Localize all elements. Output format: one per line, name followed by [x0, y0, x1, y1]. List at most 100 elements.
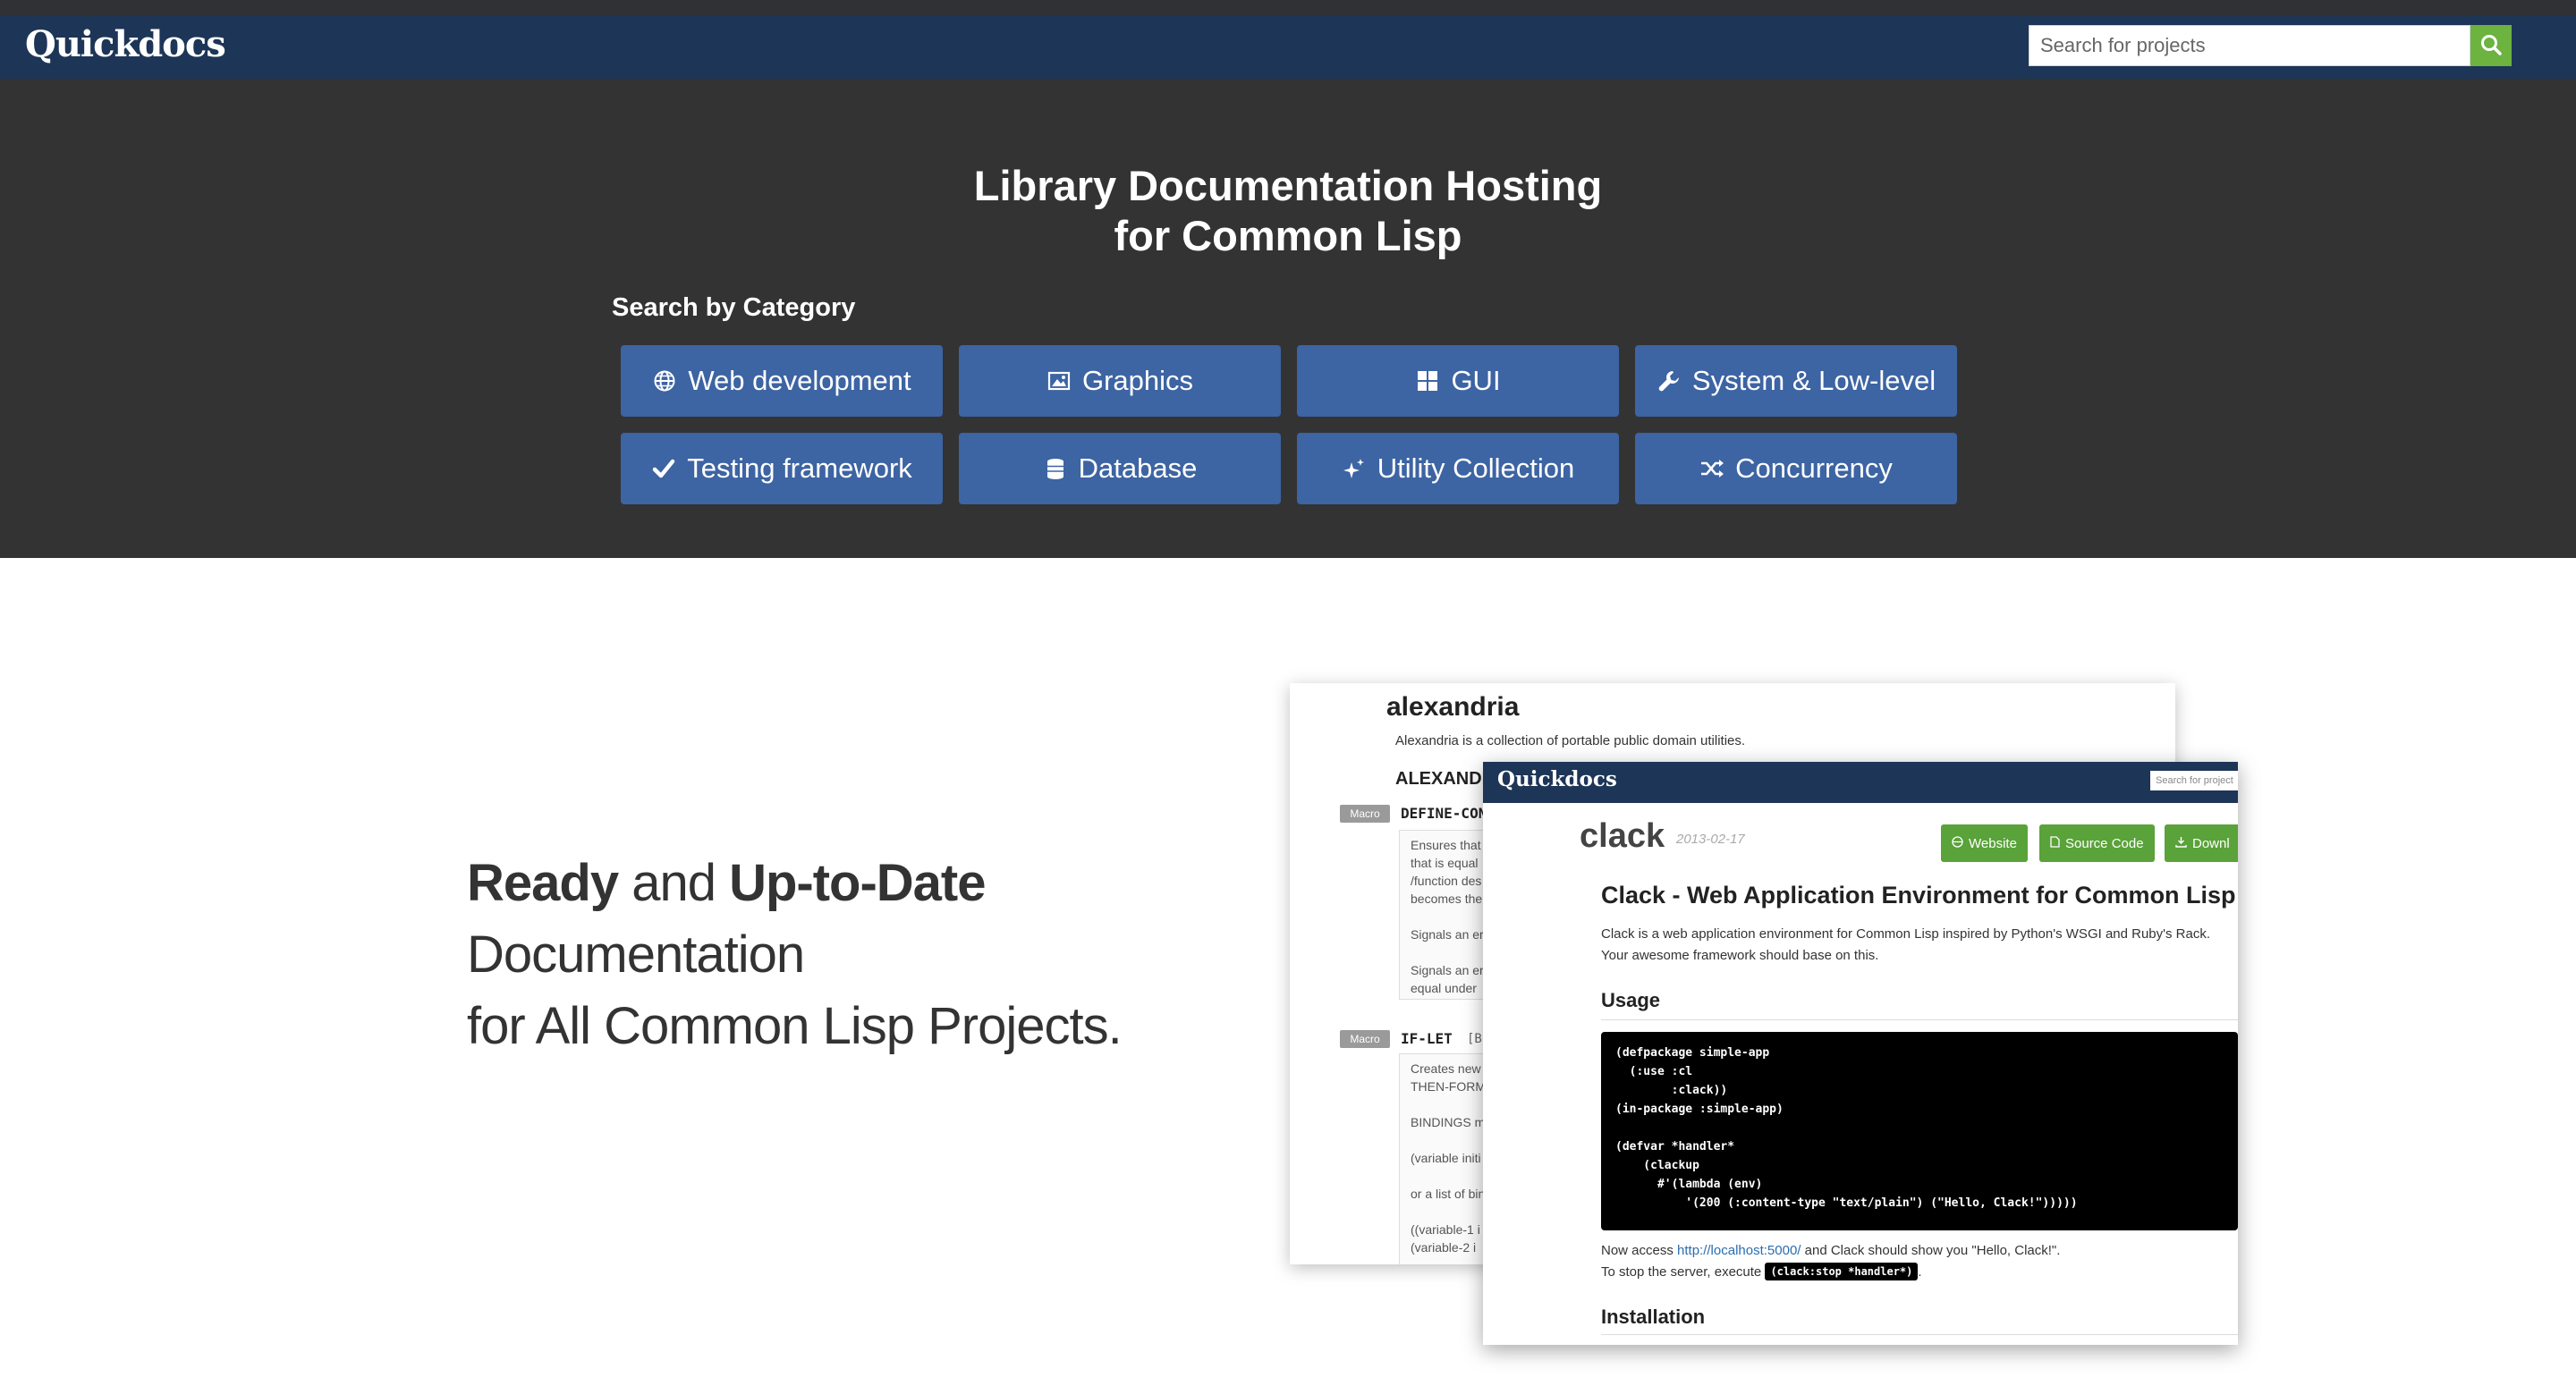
divider [1601, 1334, 2238, 1335]
tagline-line3: for All Common Lisp Projects. [467, 997, 1123, 1055]
tagline-line2: Documentation [467, 925, 805, 984]
doc-line: Signals an er [1411, 963, 1484, 977]
code-line: (defpackage simple-app [1615, 1046, 1770, 1060]
clack-description-line2: Your awesome framework should base on th… [1601, 948, 1879, 963]
doc-line: Ensures that [1411, 838, 1481, 852]
clack-website-button[interactable]: Website [1941, 824, 2028, 862]
search-button[interactable] [2470, 25, 2512, 66]
doc-line: that is equal [1411, 856, 1479, 870]
category-heading: Search by Category [612, 293, 856, 322]
clack-screenshot: Quickdocs Search for project clack 2013-… [1483, 762, 2238, 1345]
clack-stop-text: To stop the server, execute (clack:stop … [1601, 1263, 1922, 1280]
brand-logo[interactable]: Quickdocs [25, 23, 226, 65]
tagline-line1: Ready and Up-to-Date [467, 848, 1122, 919]
stop-command-code: (clack:stop *handler*) [1765, 1263, 1919, 1280]
category-label: GUI [1451, 365, 1501, 396]
stop-prefix: To stop the server, execute [1601, 1263, 1766, 1280]
clack-access-text: Now access http://localhost:5000/ and Cl… [1601, 1243, 2060, 1258]
code-line: '(200 (:content-type "text/plain") ("Hel… [1615, 1196, 2078, 1210]
clack-code-block: (defpackage simple-app (:use :cl :clack)… [1601, 1032, 2238, 1230]
search-input[interactable] [2029, 25, 2470, 66]
doc-line: (variable-2 i [1411, 1240, 1477, 1255]
category-label: Web development [688, 365, 911, 396]
wrench-icon [1657, 368, 1682, 393]
feature-tagline: Ready and Up-to-Date Documentation for A… [467, 848, 1123, 1062]
code-line: (in-package :simple-app) [1615, 1103, 1784, 1116]
image-icon [1046, 368, 1072, 393]
doc-line: THEN-FORM [1411, 1079, 1486, 1094]
grid-icon [1415, 368, 1440, 393]
check-icon [651, 456, 676, 481]
hero-title-line1: Library Documentation Hosting [973, 162, 1603, 209]
alexandria-title: alexandria [1386, 692, 1520, 722]
search-form [2029, 25, 2512, 66]
clack-website-label: Website [1969, 835, 2017, 851]
code-line: :clack)) [1615, 1084, 1728, 1097]
doc-line: Signals an er [1411, 927, 1484, 942]
clack-description-line1: Clack is a web application environment f… [1601, 926, 2211, 942]
clack-usage-heading: Usage [1601, 989, 1661, 1011]
file-icon [2050, 835, 2060, 851]
clack-navbar: Quickdocs Search for project [1483, 762, 2238, 803]
clack-project-name: clack [1580, 817, 1665, 855]
clack-source-code-button[interactable]: Source Code [2039, 824, 2155, 862]
tagline-ready: Ready [467, 854, 619, 912]
doc-line: /function des [1411, 874, 1482, 888]
doc-line: (variable initi [1411, 1151, 1481, 1165]
clack-source-code-label: Source Code [2065, 835, 2144, 851]
clack-brand-logo[interactable]: Quickdocs [1497, 767, 1617, 791]
stop-suffix: . [1918, 1263, 1922, 1280]
navbar: Quickdocs [0, 16, 2576, 79]
clack-heading: Clack - Web Application Environment for … [1601, 882, 2236, 909]
divider [1601, 1019, 2238, 1020]
macro-tag: Macro [1340, 1030, 1390, 1048]
category-database-button[interactable]: Database [959, 433, 1281, 504]
category-testing-framework-button[interactable]: Testing framework [621, 433, 943, 504]
category-system-low-level-button[interactable]: System & Low-level [1635, 345, 1957, 417]
hero-title-line2: for Common Lisp [1114, 212, 1462, 259]
access-prefix: Now access [1601, 1243, 1678, 1258]
doc-line: becomes the [1411, 892, 1483, 906]
clack-download-label: Downl [2192, 835, 2230, 851]
search-icon [2479, 33, 2503, 59]
item-if-let-args: [B [1467, 1032, 1482, 1046]
category-concurrency-button[interactable]: Concurrency [1635, 433, 1957, 504]
category-utility-collection-button[interactable]: Utility Collection [1297, 433, 1619, 504]
window-top-strip [0, 0, 2576, 16]
category-label: Concurrency [1735, 452, 1893, 484]
category-web-development-button[interactable]: Web development [621, 345, 943, 417]
alexandria-description: Alexandria is a collection of portable p… [1395, 733, 1746, 748]
access-suffix: and Clack should show you "Hello, Clack!… [1801, 1243, 2061, 1258]
tagline-and: and [618, 854, 730, 912]
database-icon [1043, 456, 1068, 481]
shuffle-icon [1699, 456, 1724, 481]
globe-icon [652, 368, 677, 393]
clack-download-button[interactable]: Downl [2165, 824, 2238, 862]
category-label: Database [1078, 452, 1198, 484]
category-gui-button[interactable]: GUI [1297, 345, 1619, 417]
clack-search-input[interactable]: Search for project [2150, 771, 2238, 790]
sparkle-icon [1342, 456, 1367, 481]
download-icon [2175, 836, 2187, 851]
code-line: (clackup [1615, 1159, 1699, 1172]
hero-section: Library Documentation Hosting for Common… [0, 79, 2576, 558]
category-label: Testing framework [687, 452, 912, 484]
code-line: (:use :cl [1615, 1065, 1693, 1078]
globe-icon [1952, 835, 1963, 851]
category-label: Graphics [1081, 365, 1194, 396]
doc-line: BINDINGS m [1411, 1115, 1486, 1129]
doc-line: or a list of bin [1411, 1187, 1486, 1201]
category-label: Utility Collection [1377, 452, 1575, 484]
localhost-link[interactable]: http://localhost:5000/ [1677, 1243, 1801, 1258]
item-if-let[interactable]: IF-LET [1401, 1030, 1453, 1047]
clack-installation-heading: Installation [1601, 1306, 1706, 1328]
clack-project-date: 2013-02-17 [1676, 832, 1745, 847]
tagline-up-to-date: Up-to-Date [729, 854, 986, 912]
doc-line: equal under [1411, 981, 1477, 995]
doc-line: ((variable-1 i [1411, 1222, 1480, 1237]
category-graphics-button[interactable]: Graphics [959, 345, 1281, 417]
doc-line: Creates new [1411, 1061, 1481, 1076]
macro-tag: Macro [1340, 805, 1390, 823]
code-line: #'(lambda (env) [1615, 1178, 1763, 1191]
category-label: System & Low-level [1691, 365, 1936, 396]
